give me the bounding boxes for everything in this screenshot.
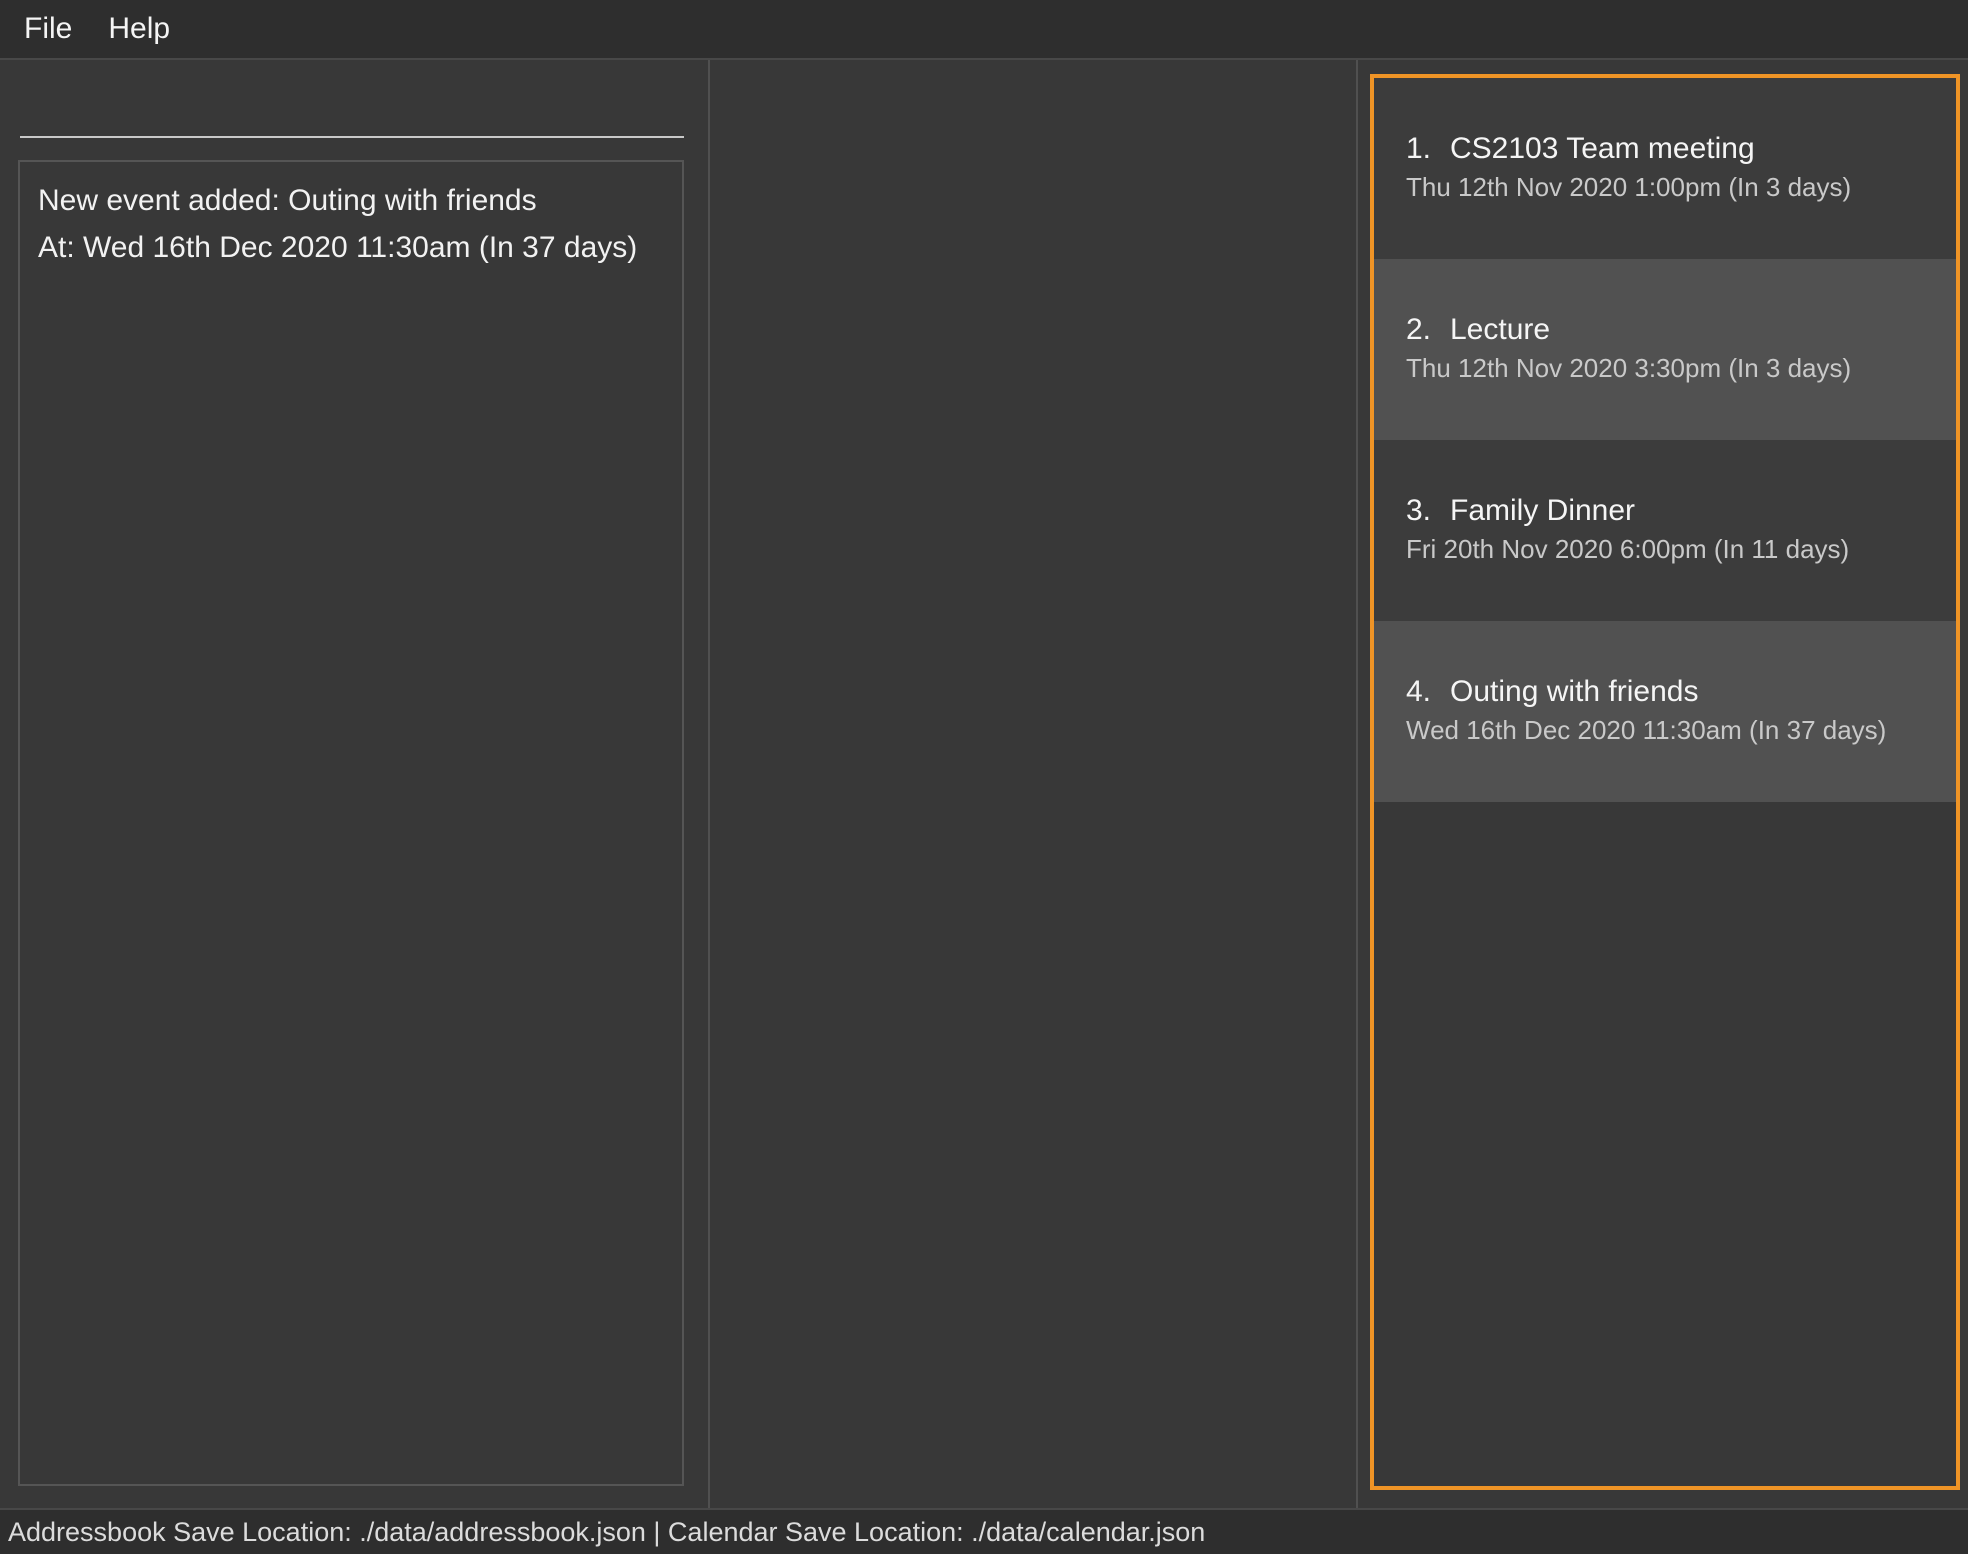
menu-help[interactable]: Help	[108, 12, 170, 46]
result-text: New event added: Outing with friends At:…	[38, 178, 662, 271]
events-list: 1. CS2103 Team meeting Thu 12th Nov 2020…	[1370, 74, 1960, 1490]
event-card[interactable]: 1. CS2103 Team meeting Thu 12th Nov 2020…	[1374, 78, 1956, 259]
event-title: CS2103 Team meeting	[1450, 132, 1755, 166]
menubar: File Help	[0, 0, 1968, 60]
main-area: New event added: Outing with friends At:…	[0, 60, 1968, 1508]
left-panel: New event added: Outing with friends At:…	[0, 60, 710, 1508]
event-title: Outing with friends	[1450, 675, 1698, 709]
result-box: New event added: Outing with friends At:…	[18, 160, 684, 1486]
event-card[interactable]: 4. Outing with friends Wed 16th Dec 2020…	[1374, 621, 1956, 802]
event-time: Wed 16th Dec 2020 11:30am (In 37 days)	[1406, 715, 1926, 746]
event-index: 4.	[1406, 675, 1450, 709]
statusbar: Addressbook Save Location: ./data/addres…	[0, 1508, 1968, 1554]
event-title: Family Dinner	[1450, 494, 1635, 528]
event-time: Thu 12th Nov 2020 1:00pm (In 3 days)	[1406, 172, 1926, 203]
event-card[interactable]: 2. Lecture Thu 12th Nov 2020 3:30pm (In …	[1374, 259, 1956, 440]
event-time: Fri 20th Nov 2020 6:00pm (In 11 days)	[1406, 534, 1926, 565]
event-title: Lecture	[1450, 313, 1550, 347]
event-index: 2.	[1406, 313, 1450, 347]
menu-file[interactable]: File	[24, 12, 72, 46]
event-index: 3.	[1406, 494, 1450, 528]
status-text: Addressbook Save Location: ./data/addres…	[8, 1517, 1205, 1548]
event-index: 1.	[1406, 132, 1450, 166]
command-input[interactable]	[20, 90, 684, 138]
event-time: Thu 12th Nov 2020 3:30pm (In 3 days)	[1406, 353, 1926, 384]
event-card[interactable]: 3. Family Dinner Fri 20th Nov 2020 6:00p…	[1374, 440, 1956, 621]
right-panel: 1. CS2103 Team meeting Thu 12th Nov 2020…	[1358, 60, 1968, 1508]
middle-panel	[710, 60, 1358, 1508]
